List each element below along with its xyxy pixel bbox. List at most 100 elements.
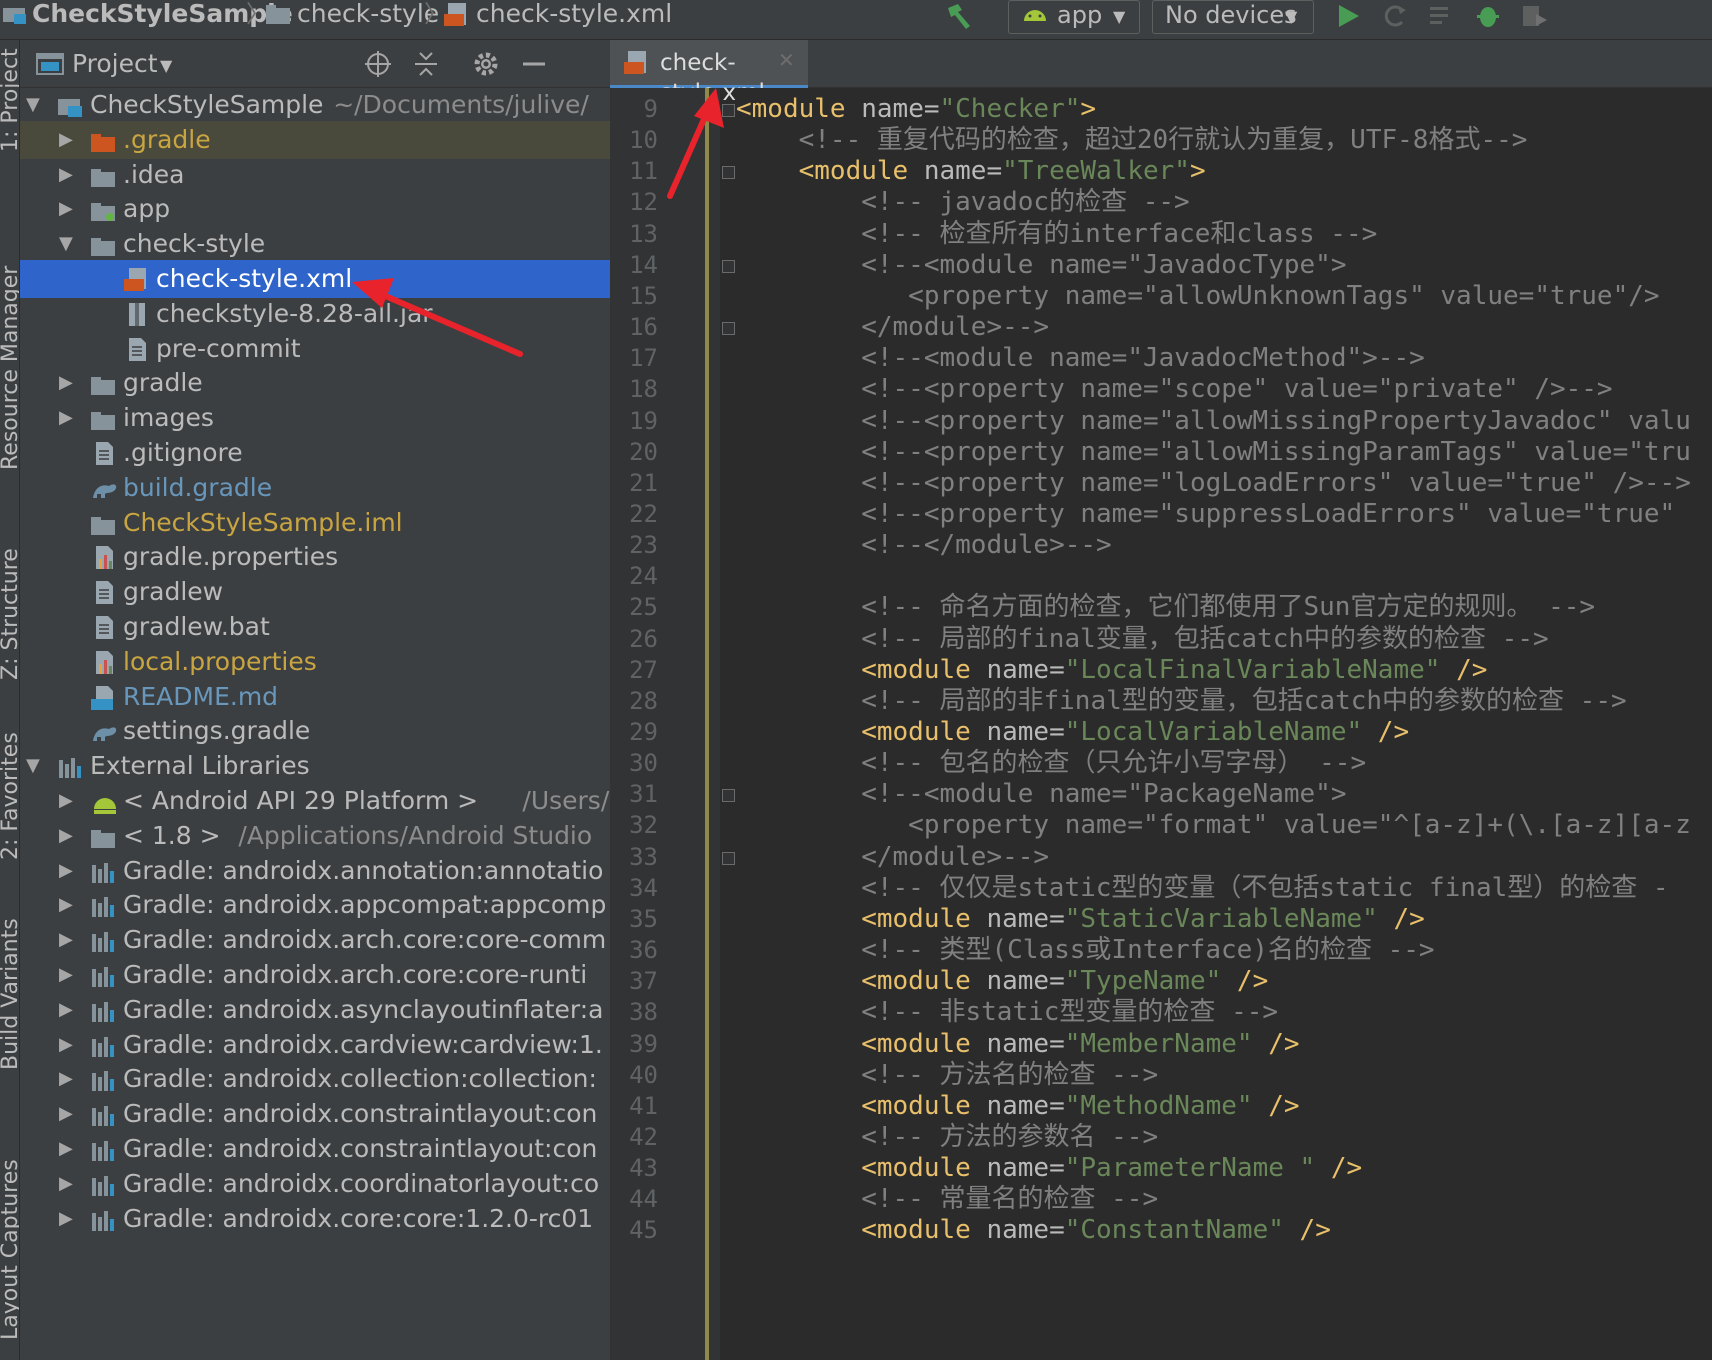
code-editor[interactable]: <module name="Checker"> <!-- 重复代码的检查，超过2… — [736, 88, 1712, 1360]
gear-icon[interactable] — [472, 50, 500, 82]
expand-right-icon[interactable]: ▶ — [59, 1130, 79, 1168]
expand-right-icon[interactable]: ▶ — [59, 399, 79, 437]
tree-item-label: CheckStyleSample.iml — [123, 507, 403, 537]
tree-item[interactable]: pre-commit — [20, 330, 610, 368]
expand-right-icon[interactable]: ▶ — [59, 1095, 79, 1133]
breadcrumb-folder[interactable]: check-style — [297, 0, 439, 30]
tree-item[interactable]: ▶ Gradle: androidx.cardview:cardview:1. — [20, 1026, 610, 1064]
tree-item[interactable]: ▼ check-style — [20, 225, 610, 263]
tree-item[interactable]: ▶ Gradle: androidx.constraintlayout:con — [20, 1130, 610, 1168]
tree-item[interactable]: ▶ Gradle: androidx.appcompat:appcomp — [20, 886, 610, 924]
code-line: </module>--> — [736, 841, 1050, 872]
profile-icon[interactable] — [1520, 2, 1550, 32]
project-view-label[interactable]: Project — [72, 47, 158, 81]
locate-icon[interactable] — [364, 50, 392, 82]
tree-item[interactable]: gradlew.bat — [20, 608, 610, 646]
run-icon[interactable] — [1334, 2, 1364, 32]
expand-right-icon[interactable]: ▶ — [59, 1026, 79, 1064]
expand-down-icon[interactable]: ▼ — [26, 86, 46, 124]
fold-marker-icon[interactable] — [722, 851, 735, 865]
tree-item[interactable]: README.md — [20, 678, 610, 716]
code-line: <property name="allowUnknownTags" value=… — [736, 280, 1660, 311]
expand-right-icon[interactable]: ▶ — [59, 364, 79, 402]
fold-marker-icon[interactable] — [722, 789, 735, 803]
expand-right-icon[interactable]: ▶ — [59, 817, 79, 855]
apply-changes-icon[interactable] — [1380, 2, 1410, 32]
expand-right-icon[interactable]: ▶ — [59, 886, 79, 924]
tree-item[interactable]: ▶ Gradle: androidx.arch.core:core-comm — [20, 921, 610, 959]
tree-item[interactable]: local.properties — [20, 643, 610, 681]
code-line: </module>--> — [736, 312, 1050, 343]
fold-marker-icon[interactable] — [722, 166, 735, 180]
expand-right-icon[interactable]: ▶ — [59, 156, 79, 194]
fold-marker-icon[interactable] — [722, 259, 735, 273]
tree-item-label: README.md — [123, 681, 279, 711]
tree-item[interactable]: check-style.xml — [20, 260, 610, 298]
tree-item[interactable]: ▼ CheckStyleSample ~/Documents/julive/ — [20, 86, 610, 124]
tree-item[interactable]: ▶ Gradle: androidx.constraintlayout:con — [20, 1095, 610, 1133]
xml-file-icon — [624, 50, 650, 80]
tree-item[interactable]: CheckStyleSample.iml — [20, 504, 610, 542]
fold-marker-icon[interactable] — [722, 322, 735, 336]
tree-item[interactable]: ▶ < Android API 29 Platform > /Users/r — [20, 782, 610, 820]
expand-right-icon[interactable]: ▶ — [59, 956, 79, 994]
tool-tab-resource-manager[interactable]: Resource Manager — [0, 266, 19, 470]
hammer-icon[interactable] — [944, 2, 974, 32]
chevron-down-icon: ▼ — [1113, 7, 1126, 26]
tool-tab-layout-captures[interactable]: Layout Captures — [0, 1159, 19, 1340]
chevron-down-icon[interactable]: ▼ — [160, 56, 172, 75]
fold-marker-icon[interactable] — [722, 104, 735, 117]
folder-icon — [91, 510, 115, 535]
expand-right-icon[interactable]: ▶ — [59, 1060, 79, 1098]
expand-right-icon[interactable]: ▶ — [59, 121, 79, 159]
expand-right-icon[interactable]: ▶ — [59, 1165, 79, 1203]
tree-item[interactable]: ▶ Gradle: androidx.core:core:1.2.0-rc01 — [20, 1200, 610, 1238]
expand-right-icon[interactable]: ▶ — [59, 852, 79, 890]
tree-item[interactable]: ▶ Gradle: androidx.collection:collection: — [20, 1060, 610, 1098]
tool-tab-structure[interactable]: Z: Structure — [0, 548, 19, 680]
tree-item[interactable]: ▶ images — [20, 399, 610, 437]
tool-tab-build-variants[interactable]: Build Variants — [0, 918, 19, 1070]
code-line: <!-- 仅仅是static型的变量（不包括static final型）的检查 … — [736, 872, 1669, 903]
code-line: <!-- 类型(Class或Interface)名的检查 --> — [736, 935, 1435, 966]
tree-item[interactable]: ▶ .idea — [20, 156, 610, 194]
apply-code-changes-icon[interactable] — [1428, 2, 1458, 32]
tree-item[interactable]: ▶ Gradle: androidx.arch.core:core-runti — [20, 956, 610, 994]
tree-item-label: gradle — [123, 368, 203, 398]
minimize-icon[interactable] — [520, 50, 548, 82]
tree-item[interactable]: ▶ Gradle: androidx.coordinatorlayout:co — [20, 1165, 610, 1203]
close-icon[interactable]: ✕ — [778, 48, 795, 72]
tree-item[interactable]: ▶ Gradle: androidx.asynclayoutinflater:a — [20, 991, 610, 1029]
tree-item[interactable]: ▶ gradle — [20, 364, 610, 402]
tree-item[interactable]: .gitignore — [20, 434, 610, 472]
library-icon — [91, 1171, 115, 1196]
tree-item[interactable]: ▼ External Libraries — [20, 747, 610, 785]
tree-item[interactable]: checkstyle-8.28-all.jar — [20, 295, 610, 333]
tool-tab-favorites[interactable]: 2: Favorites — [0, 732, 19, 860]
tree-item[interactable]: ▶ Gradle: androidx.annotation:annotatio — [20, 852, 610, 890]
expand-right-icon[interactable]: ▶ — [59, 921, 79, 959]
tree-item-label: < Android API 29 Platform > — [123, 786, 479, 815]
tree-item[interactable]: build.gradle — [20, 469, 610, 507]
device-dropdown[interactable]: No devices ▼ — [1152, 0, 1314, 34]
collapse-all-icon[interactable] — [412, 50, 440, 82]
expand-right-icon[interactable]: ▶ — [59, 991, 79, 1029]
tree-item[interactable]: ▶ < 1.8 > /Applications/Android Studio — [20, 817, 610, 855]
expand-right-icon[interactable]: ▶ — [59, 1200, 79, 1238]
debug-icon[interactable] — [1474, 2, 1504, 32]
tool-tab-project[interactable]: 1: Project — [0, 48, 19, 152]
tree-item[interactable]: ▶ .gradle — [20, 120, 610, 159]
tree-item[interactable]: gradle.properties — [20, 538, 610, 576]
editor-tab-check-style[interactable]: check-style.xml ✕ — [610, 40, 808, 106]
editor-tab-bar: check-style.xml ✕ — [610, 40, 1712, 106]
expand-down-icon[interactable]: ▼ — [26, 747, 46, 785]
expand-right-icon[interactable]: ▶ — [59, 782, 79, 820]
expand-down-icon[interactable]: ▼ — [59, 225, 79, 263]
tree-item[interactable]: gradlew — [20, 573, 610, 611]
breadcrumb-file[interactable]: check-style.xml — [476, 0, 672, 30]
code-line: <module name="LocalVariableName" /> — [736, 717, 1410, 747]
tree-item[interactable]: ▶ app — [20, 190, 610, 228]
expand-right-icon[interactable]: ▶ — [59, 190, 79, 228]
tree-item[interactable]: settings.gradle — [20, 712, 610, 750]
run-configuration-dropdown[interactable]: app ▼ — [1008, 0, 1140, 34]
